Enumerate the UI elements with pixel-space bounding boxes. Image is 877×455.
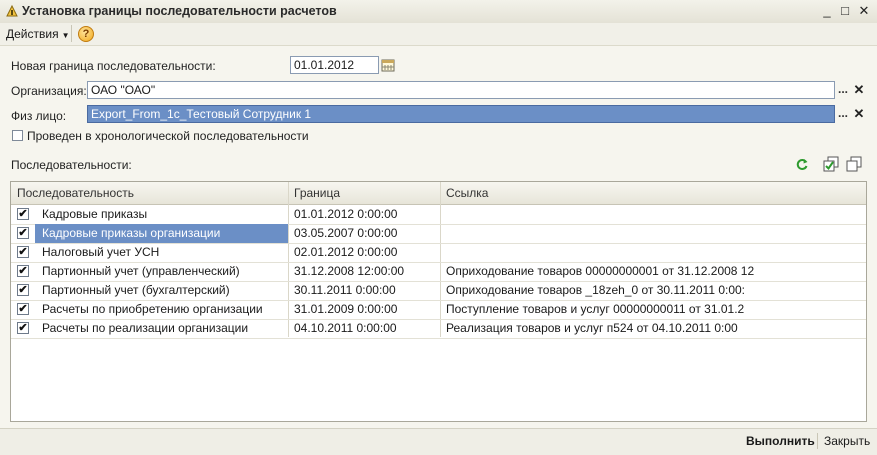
table-row[interactable]: ✔ Партионный учет (управленческий) 31.12… bbox=[11, 262, 866, 282]
boundary-label: Новая граница последовательности: bbox=[11, 59, 216, 73]
toolbar bbox=[0, 23, 877, 46]
org-input[interactable]: ОАО "ОАО" bbox=[87, 81, 835, 99]
row-name: Партионный учет (бухгалтерский) bbox=[42, 283, 230, 297]
chrono-label: Проведен в хронологической последователь… bbox=[27, 129, 309, 143]
row-name: Партионный учет (управленческий) bbox=[42, 264, 240, 278]
refresh-icon[interactable] bbox=[795, 157, 809, 171]
row-checkbox[interactable]: ✔ bbox=[17, 322, 29, 334]
person-label: Физ лицо: bbox=[11, 109, 67, 123]
help-button[interactable]: ? bbox=[78, 26, 94, 42]
row-boundary: 31.01.2009 0:00:00 bbox=[294, 302, 398, 316]
uncheck-all-icon[interactable] bbox=[846, 156, 862, 172]
table-row[interactable]: ✔ Партионный учет (бухгалтерский) 30.11.… bbox=[11, 281, 866, 301]
row-checkbox[interactable]: ✔ bbox=[17, 265, 29, 277]
row-checkbox[interactable]: ✔ bbox=[17, 303, 29, 315]
column-header-link[interactable]: Ссылка bbox=[446, 186, 488, 200]
table-row[interactable]: ✔ Кадровые приказы организации 03.05.200… bbox=[11, 224, 866, 244]
row-link: Реализация товаров и услуг п524 от 04.10… bbox=[446, 321, 738, 335]
table-row[interactable]: ✔ Расчеты по реализации организации 04.1… bbox=[11, 319, 866, 339]
row-name: Налоговый учет УСН bbox=[42, 245, 160, 259]
row-link: Оприходование товаров _18zeh_0 от 30.11.… bbox=[446, 283, 746, 297]
column-header-sequence[interactable]: Последовательность bbox=[17, 186, 134, 200]
person-input[interactable]: Export_From_1c_Тестовый Сотрудник 1 bbox=[87, 105, 835, 123]
org-clear-icon[interactable]: ✕ bbox=[852, 82, 866, 98]
column-header-boundary[interactable]: Граница bbox=[294, 186, 340, 200]
org-select-button[interactable]: ... bbox=[836, 82, 850, 98]
row-name: Расчеты по приобретению организации bbox=[42, 302, 263, 316]
window-title: Установка границы последовательности рас… bbox=[22, 4, 337, 18]
row-boundary: 03.05.2007 0:00:00 bbox=[294, 226, 398, 240]
row-boundary: 02.01.2012 0:00:00 bbox=[294, 245, 398, 259]
actions-label: Действия bbox=[6, 27, 59, 41]
row-boundary: 04.10.2011 0:00:00 bbox=[294, 321, 397, 335]
row-name: Кадровые приказы bbox=[42, 207, 148, 221]
app-icon bbox=[6, 4, 18, 17]
toolbar-separator bbox=[71, 25, 72, 42]
check-all-icon[interactable] bbox=[823, 156, 839, 172]
boundary-date-input[interactable]: 01.01.2012 bbox=[290, 56, 379, 74]
person-select-button[interactable]: ... bbox=[836, 106, 850, 122]
row-boundary: 01.01.2012 0:00:00 bbox=[294, 207, 398, 221]
close-window-button[interactable]: ✕ bbox=[855, 3, 873, 19]
sequences-label: Последовательности: bbox=[11, 158, 132, 172]
close-button[interactable]: Закрыть bbox=[824, 434, 870, 448]
chrono-checkbox[interactable] bbox=[12, 130, 23, 141]
row-link: Поступление товаров и услуг 00000000011 … bbox=[446, 302, 745, 316]
row-name: Кадровые приказы организации bbox=[42, 226, 221, 240]
maximize-button[interactable]: □ bbox=[836, 3, 854, 19]
actions-menu-button[interactable]: Действия ▼ bbox=[6, 27, 70, 41]
row-checkbox[interactable]: ✔ bbox=[17, 284, 29, 296]
minimize-button[interactable]: _ bbox=[818, 3, 836, 19]
footer-separator bbox=[817, 433, 818, 449]
row-link: Оприходование товаров 00000000001 от 31.… bbox=[446, 264, 755, 278]
table-row[interactable]: ✔ Расчеты по приобретению организации 31… bbox=[11, 300, 866, 320]
table-header bbox=[11, 182, 866, 205]
person-clear-icon[interactable]: ✕ bbox=[852, 106, 866, 122]
row-boundary: 31.12.2008 12:00:00 bbox=[294, 264, 405, 278]
table-row[interactable]: ✔ Кадровые приказы 01.01.2012 0:00:00 bbox=[11, 205, 866, 225]
row-checkbox[interactable]: ✔ bbox=[17, 227, 29, 239]
table-row[interactable]: ✔ Налоговый учет УСН 02.01.2012 0:00:00 bbox=[11, 243, 866, 263]
dropdown-arrow-icon: ▼ bbox=[61, 31, 70, 40]
row-name: Расчеты по реализации организации bbox=[42, 321, 249, 335]
execute-button[interactable]: Выполнить bbox=[746, 434, 815, 448]
row-boundary: 30.11.2011 0:00:00 bbox=[294, 283, 396, 297]
org-label: Организация: bbox=[11, 84, 87, 98]
row-checkbox[interactable]: ✔ bbox=[17, 246, 29, 258]
calendar-icon[interactable] bbox=[380, 57, 396, 73]
row-checkbox[interactable]: ✔ bbox=[17, 208, 29, 220]
